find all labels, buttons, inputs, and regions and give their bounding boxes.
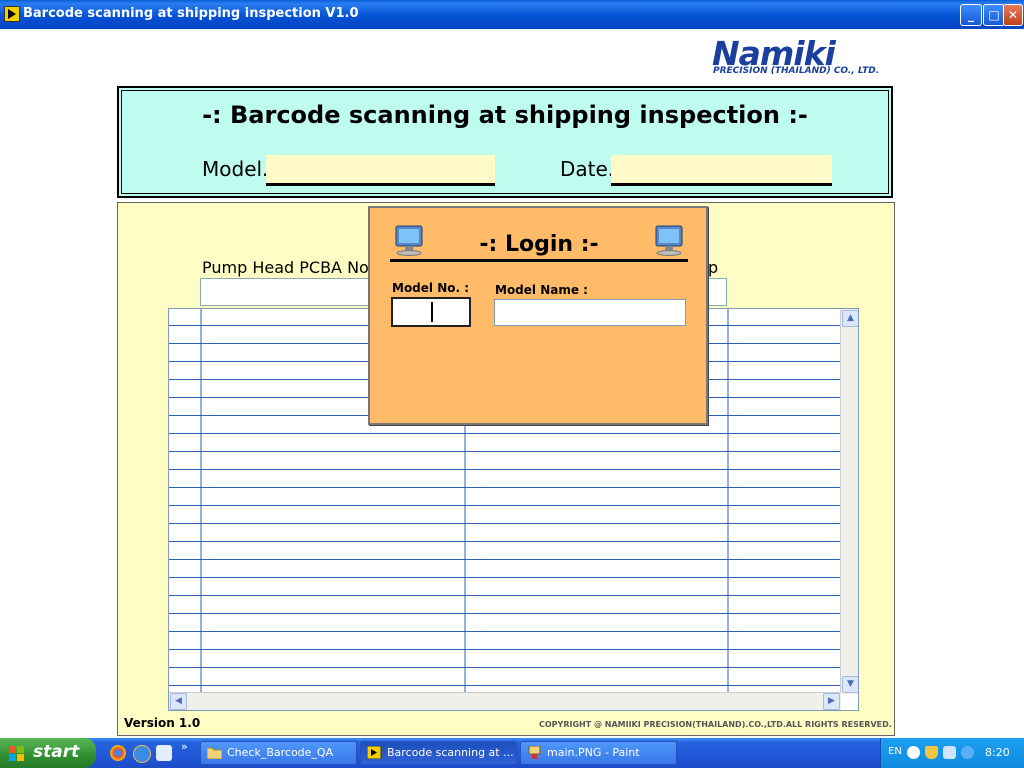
model-field[interactable] xyxy=(266,155,495,186)
vertical-scrollbar[interactable]: ▲ ▼ xyxy=(840,309,858,694)
window-title: Barcode scanning at shipping inspection … xyxy=(23,6,359,21)
scroll-down-button[interactable]: ▼ xyxy=(842,676,858,693)
taskbar-item-label: main.PNG - Paint xyxy=(547,746,640,759)
taskbar: start » Check_Barcode_QA Barcode scannin… xyxy=(0,738,1024,768)
model-label: Model. xyxy=(202,157,269,181)
quick-launch-icon[interactable] xyxy=(156,745,172,761)
taskbar-item-check-barcode[interactable]: Check_Barcode_QA xyxy=(200,741,357,765)
system-tray: EN 8:20 xyxy=(880,738,1024,768)
network-icon[interactable] xyxy=(943,746,956,759)
start-label: start xyxy=(33,742,80,762)
taskbar-item-barcode-scanning[interactable]: Barcode scanning at ... xyxy=(360,741,517,765)
windows-logo-icon xyxy=(9,746,25,762)
company-logo: Namiki PRECISION (THAILAND) CO., LTD. xyxy=(712,34,897,80)
model-no-label: Model No. : xyxy=(392,281,470,295)
chrome-icon[interactable] xyxy=(110,745,126,761)
scroll-right-button[interactable]: ▶ xyxy=(823,693,840,710)
page-title: -: Barcode scanning at shipping inspecti… xyxy=(202,101,808,129)
date-label: Date. xyxy=(560,157,615,181)
security-shield-icon[interactable] xyxy=(925,746,938,759)
quick-launch-more-icon[interactable]: » xyxy=(181,740,188,753)
clock: 8:20 xyxy=(985,746,1010,759)
scroll-up-button[interactable]: ▲ xyxy=(842,310,858,327)
app-icon xyxy=(4,6,20,22)
window-titlebar[interactable]: Barcode scanning at shipping inspection … xyxy=(0,0,1024,29)
minimize-button[interactable]: _ xyxy=(960,4,982,26)
scroll-left-button[interactable]: ◀ xyxy=(170,693,187,710)
date-field[interactable] xyxy=(611,155,832,186)
model-name-input[interactable] xyxy=(494,299,686,326)
text-caret xyxy=(431,302,433,322)
login-title: -: Login :- xyxy=(479,232,599,257)
copyright-label: COPYRIGHT @ NAMIIKI PRECISION(THAILAND).… xyxy=(539,720,892,729)
close-button[interactable]: ✕ xyxy=(1003,4,1023,26)
maximize-button[interactable]: □ xyxy=(983,4,1005,26)
start-button[interactable]: start xyxy=(0,738,96,768)
login-divider xyxy=(390,259,688,262)
column-header-pcba: Pump Head PCBA No xyxy=(202,258,369,277)
taskbar-item-paint[interactable]: main.PNG - Paint xyxy=(520,741,677,765)
taskbar-item-label: Barcode scanning at ... xyxy=(387,746,514,759)
tray-expand-icon[interactable] xyxy=(907,746,920,759)
version-label: Version 1.0 xyxy=(124,716,201,730)
horizontal-scrollbar[interactable]: ◀ ▶ xyxy=(169,692,841,710)
labview-icon xyxy=(367,746,382,759)
taskbar-item-label: Check_Barcode_QA xyxy=(227,746,334,759)
model-name-label: Model Name : xyxy=(495,283,588,297)
folder-icon xyxy=(207,747,222,759)
tray-app-icon[interactable] xyxy=(961,746,974,759)
paint-icon xyxy=(528,746,541,759)
column-header-partial: p xyxy=(708,258,719,277)
internet-explorer-icon[interactable] xyxy=(133,745,151,763)
logo-subtitle: PRECISION (THAILAND) CO., LTD. xyxy=(713,66,880,76)
model-no-input[interactable] xyxy=(391,297,471,327)
language-indicator[interactable]: EN xyxy=(888,746,902,757)
login-dialog: -: Login :- Model No. : Model Name : xyxy=(368,206,708,425)
